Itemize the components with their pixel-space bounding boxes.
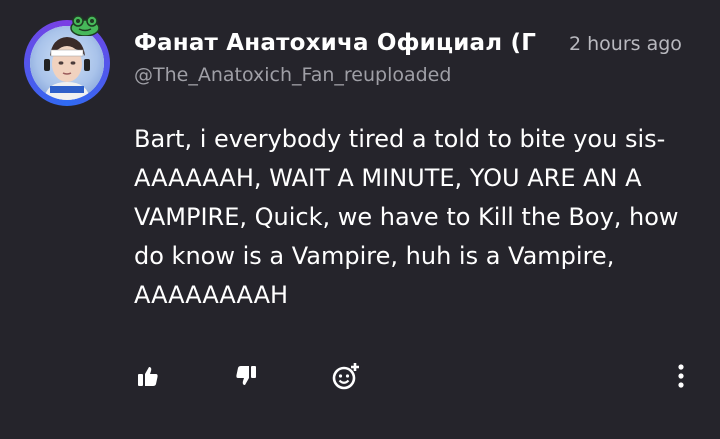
thumbs-up-icon bbox=[138, 367, 158, 386]
comment-body: Bart, i everybody tired a told to bite y… bbox=[134, 125, 679, 309]
comment-author-name[interactable]: Фанат Анатохича Официал (Г bbox=[134, 30, 552, 60]
thumbs-down-icon bbox=[236, 366, 256, 385]
like-button[interactable] bbox=[128, 356, 168, 396]
add-reaction-button[interactable] bbox=[324, 356, 368, 396]
more-options-button[interactable] bbox=[664, 356, 698, 396]
comment-timestamp: 2 hours ago bbox=[569, 33, 682, 55]
comment-author-handle[interactable]: @The_Anatoxich_Fan_reuploaded bbox=[134, 64, 451, 86]
frog-badge-icon bbox=[70, 15, 100, 36]
author-avatar[interactable] bbox=[20, 14, 114, 108]
add-emoji-icon bbox=[332, 363, 359, 390]
avatar-image bbox=[30, 26, 104, 100]
more-vertical-icon bbox=[678, 364, 684, 388]
dislike-button[interactable] bbox=[226, 356, 266, 396]
